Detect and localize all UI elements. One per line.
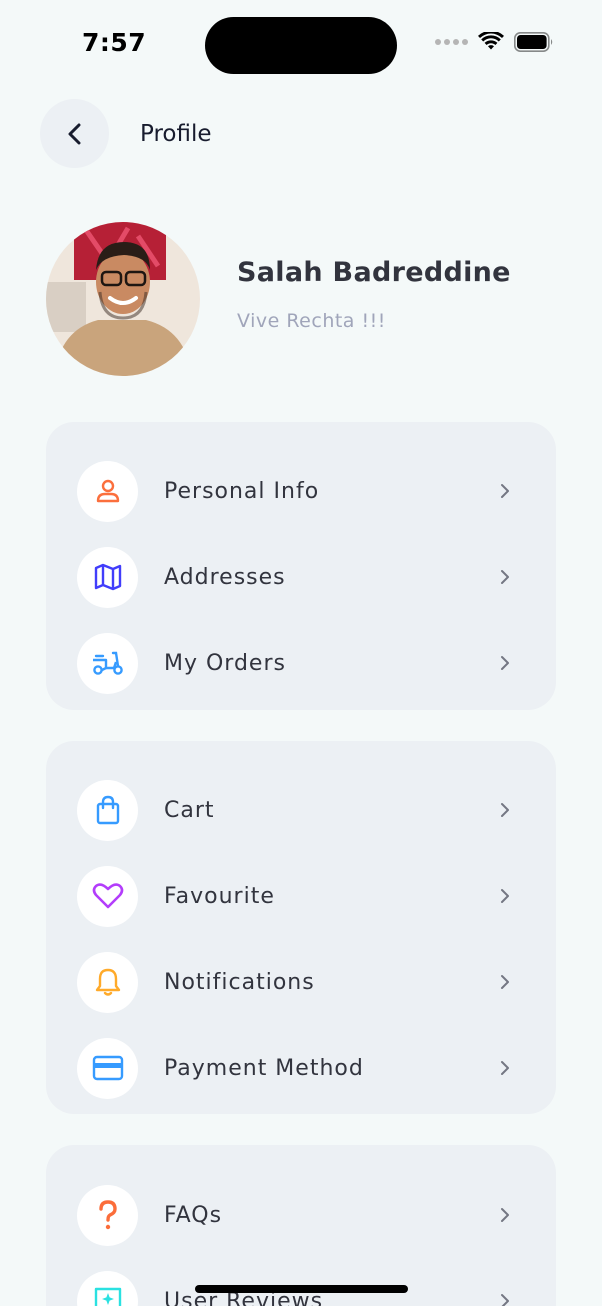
user-name: Salah Badreddine (237, 256, 511, 288)
chevron-right-icon (501, 1208, 509, 1222)
chevron-right-icon (501, 803, 509, 817)
menu-item-label: Personal Info (164, 478, 320, 504)
menu-icon-bg (77, 460, 138, 522)
menu-item-label: FAQs (164, 1202, 223, 1228)
battery-icon (514, 32, 553, 52)
menu-icon-bg (77, 951, 138, 1013)
menu-item-faqs[interactable]: FAQs (46, 1172, 556, 1258)
home-indicator[interactable] (195, 1285, 408, 1293)
menu-item-favourite[interactable]: Favourite (46, 853, 556, 939)
chevron-right-icon (501, 484, 509, 498)
menu-group-account: Personal Info Addresses My Orders (46, 422, 556, 710)
menu-item-addresses[interactable]: Addresses (46, 534, 556, 620)
header: Profile (40, 99, 212, 168)
menu-item-label: My Orders (164, 650, 286, 676)
menu-icon-bg (77, 1270, 138, 1306)
scooter-icon (92, 651, 123, 675)
credit-card-icon (92, 1055, 123, 1081)
menu-icon-bg (77, 632, 138, 694)
menu-item-payment-method[interactable]: Payment Method (46, 1025, 556, 1111)
status-icons (435, 32, 554, 52)
chevron-right-icon (501, 1061, 509, 1075)
menu-group-support: FAQs User Reviews (46, 1145, 556, 1306)
person-icon (96, 479, 119, 503)
menu-item-cart[interactable]: Cart (46, 767, 556, 853)
page-title: Profile (140, 120, 212, 147)
menu-item-user-reviews[interactable]: User Reviews (46, 1258, 556, 1306)
menu-item-label: Notifications (164, 969, 315, 995)
menu-item-label: Payment Method (164, 1055, 364, 1081)
wifi-icon (478, 32, 504, 50)
menu-icon-bg (77, 1037, 138, 1099)
review-icon (94, 1287, 121, 1306)
bell-icon (95, 968, 120, 996)
chevron-right-icon (501, 975, 509, 989)
menu-item-my-orders[interactable]: My Orders (46, 620, 556, 706)
menu-group-shopping: Cart Favourite Notifications Payment Met… (46, 741, 556, 1114)
chevron-right-icon (501, 570, 509, 584)
dynamic-island (205, 17, 397, 74)
avatar[interactable] (46, 222, 200, 376)
avatar-photo (46, 222, 200, 376)
profile-summary: Salah Badreddine Vive Rechta !!! (46, 222, 511, 376)
cellular-signal-icon (435, 39, 468, 45)
map-icon (94, 563, 121, 591)
menu-icon-bg (77, 865, 138, 927)
chevron-right-icon (501, 656, 509, 670)
chevron-right-icon (501, 889, 509, 903)
menu-item-label: Addresses (164, 564, 286, 590)
menu-item-notifications[interactable]: Notifications (46, 939, 556, 1025)
chevron-right-icon (501, 1294, 509, 1306)
chevron-left-icon (68, 123, 80, 144)
back-button[interactable] (40, 99, 109, 168)
menu-item-label: Favourite (164, 883, 275, 909)
menu-item-personal-info[interactable]: Personal Info (46, 448, 556, 534)
menu-icon-bg (77, 779, 138, 841)
heart-icon (92, 883, 123, 909)
menu-icon-bg (77, 1184, 138, 1246)
status-time: 7:57 (82, 28, 147, 57)
status-bar: 7:57 (0, 0, 602, 90)
menu-icon-bg (77, 546, 138, 608)
shopping-bag-icon (96, 795, 119, 825)
question-icon (98, 1200, 117, 1230)
menu-item-label: Cart (164, 797, 215, 823)
user-bio: Vive Rechta !!! (237, 309, 386, 332)
